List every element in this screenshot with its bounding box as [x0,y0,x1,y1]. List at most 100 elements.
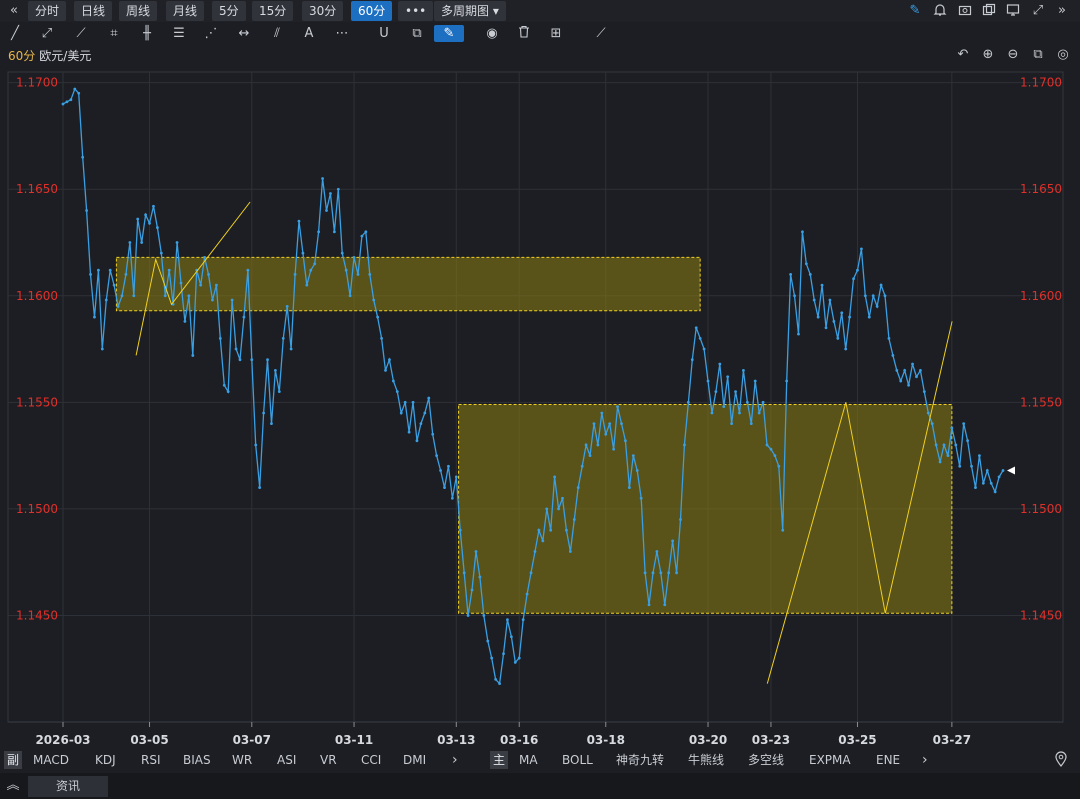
price-point [1001,469,1005,472]
draw-pen-icon[interactable]: ✎ [907,3,923,19]
text-tool-icon[interactable]: A [300,25,318,42]
sub-indicator-label: 副 [4,751,22,769]
fullscreen-icon[interactable]: ⤢ [1030,3,1046,19]
price-point [124,273,128,276]
pitchfork-icon[interactable]: ⫽ [268,25,286,42]
price-point [77,91,81,95]
x-tick-label: 03-18 [587,733,625,746]
price-point [860,247,863,251]
price-point [981,481,985,485]
price-point [671,539,675,543]
price-point [899,379,903,383]
price-point [856,268,859,272]
tab-macd[interactable]: MACD [33,751,69,769]
tab-ene[interactable]: ENE [876,751,900,769]
tab-bull-bear[interactable]: 牛熊线 [688,751,724,769]
y-tick-label-left: 1.1650 [16,182,58,196]
tab-dmi[interactable]: DMI [403,751,426,769]
ruler-icon[interactable]: ⟋ [592,25,610,42]
grid-icon[interactable]: ⊞ [547,25,565,42]
period-button-30min[interactable]: 30分 [302,1,344,21]
parallel-channel-icon[interactable]: ╫ [138,25,156,42]
tab-expma[interactable]: EXPMA [809,751,851,769]
price-point [950,426,954,430]
tab-rsi[interactable]: RSI [141,751,161,769]
price-point [329,192,332,195]
continuous-draw-icon[interactable]: ⧉ [408,25,426,42]
multi-period-dropdown[interactable]: 多周期图 ▾ [434,1,506,21]
period-button-15min[interactable]: 15分 [252,1,294,21]
window-copy-icon[interactable] [981,3,997,19]
more-periods-button[interactable]: ••• [398,1,434,21]
ray-tool-icon[interactable]: ⤢ [38,25,56,42]
magnet-icon[interactable]: U [375,25,393,42]
price-point [297,219,301,223]
price-point [832,319,836,323]
period-button-week[interactable]: 周线 [119,1,158,21]
period-button-month[interactable]: 月线 [166,1,205,21]
period-button-fenshi[interactable]: 分时 [28,1,67,21]
monitor-icon[interactable] [1005,3,1021,19]
location-pin-icon[interactable] [1053,751,1069,767]
tab-vr[interactable]: VR [320,751,337,769]
line-tool-icon[interactable]: ╱ [6,25,24,42]
tab-long-short[interactable]: 多空线 [748,751,784,769]
news-tab[interactable]: 资讯 [28,776,108,797]
price-point [360,234,364,238]
tab-boll[interactable]: BOLL [562,751,593,769]
price-point [907,383,911,387]
bell-icon[interactable] [932,3,948,19]
tab-wr[interactable]: WR [232,751,252,769]
x-tick-label: 03-20 [689,733,727,746]
trash-icon[interactable] [515,25,533,42]
sub-tabs-next-icon[interactable]: › [452,751,458,769]
price-point [191,354,195,357]
price-point [372,298,376,302]
price-point [801,230,804,234]
price-point [490,656,494,660]
main-tabs-next-icon[interactable]: › [922,751,928,769]
price-point [183,319,187,323]
price-point [128,241,132,244]
expand-up-icon[interactable]: ︽ [5,778,21,794]
price-point [136,217,140,221]
tab-asi[interactable]: ASI [277,751,296,769]
y-tick-label-right: 1.1700 [1020,76,1062,90]
measure-icon[interactable]: ↔ [235,25,253,42]
tab-magic-nine[interactable]: 神奇九转 [616,751,664,769]
chart-settings-icon[interactable]: ⧉ [1030,47,1046,63]
collapse-left-icon[interactable]: « [6,3,22,19]
drawing-toolbar: ╱ ⤢ ⟋ ⌗ ╫ ☰ ⋰ ↔ ⫽ A ⋯ U ⧉ ✎ ◉ ⊞ ⟋ [0,23,1080,44]
gann-fan-icon[interactable]: ⋰ [202,25,220,42]
price-point [600,411,604,415]
target-icon[interactable]: ◎ [1055,47,1071,63]
polyline-tool-icon[interactable]: ⟋ [72,25,90,42]
undo-icon[interactable]: ↶ [955,47,971,63]
tab-cci[interactable]: CCI [361,751,381,769]
more-tools-icon[interactable]: ⋯ [333,25,351,42]
zoom-out-icon[interactable]: ⊖ [1005,47,1021,63]
fibonacci-icon[interactable]: ☰ [170,25,188,42]
price-point [883,294,887,298]
collapse-right-icon[interactable]: » [1054,3,1070,19]
y-tick-label-right: 1.1600 [1020,289,1062,303]
price-point [230,298,234,302]
tab-ma[interactable]: MA [519,751,538,769]
price-point [250,358,254,362]
period-button-60min[interactable]: 60分 [351,1,393,21]
period-button-day[interactable]: 日线 [74,1,113,21]
draw-mode-icon[interactable]: ✎ [434,25,464,42]
price-point [336,187,340,191]
camera-icon[interactable] [957,3,973,19]
period-button-5min[interactable]: 5分 [212,1,246,21]
price-chart[interactable]: 1.1700 1.1650 1.1600 1.1550 1.1500 1.1450 1.1… [0,66,1080,746]
zoom-in-icon[interactable]: ⊕ [980,47,996,63]
tab-kdj[interactable]: KDJ [95,751,116,769]
crop-tool-icon[interactable]: ⌗ [105,25,123,42]
price-point [207,273,210,276]
eye-icon[interactable]: ◉ [483,25,501,42]
x-tick-label: 03-07 [233,733,271,746]
price-point [179,281,183,285]
tab-bias[interactable]: BIAS [183,751,211,769]
price-point [679,518,682,521]
